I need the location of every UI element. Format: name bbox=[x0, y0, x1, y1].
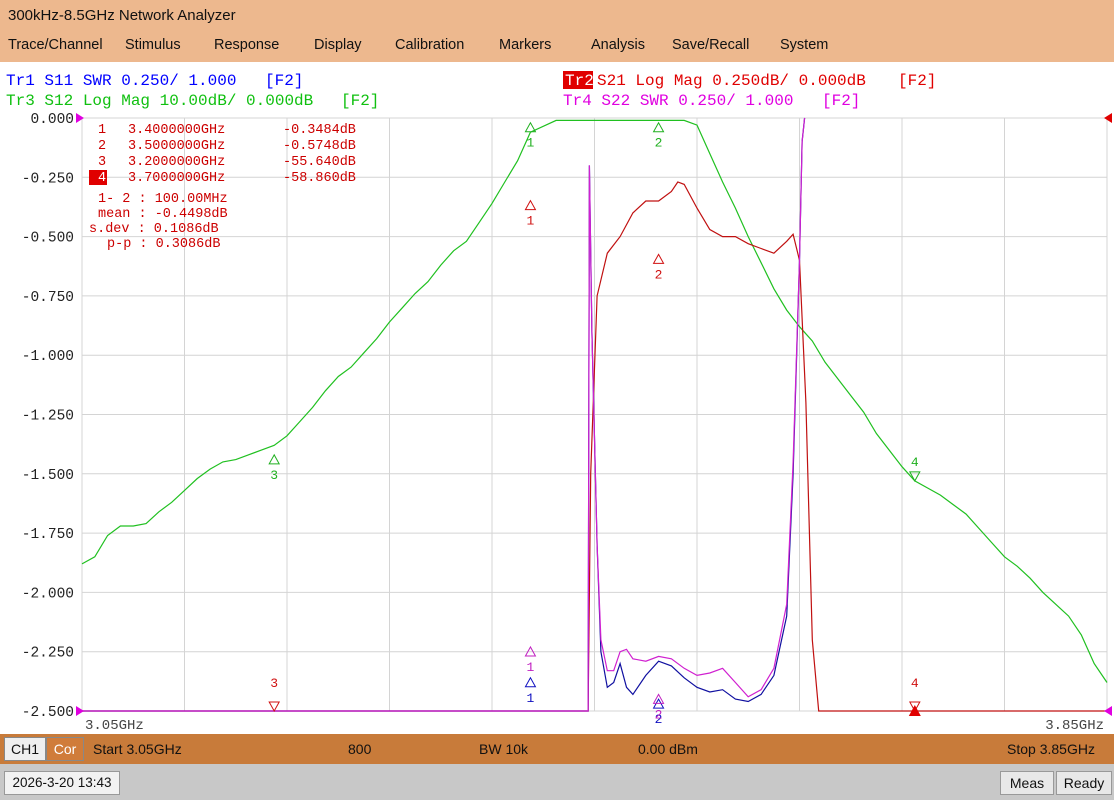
y-tick-label: -1.000 bbox=[22, 349, 74, 365]
source-power[interactable]: 0.00 dBm bbox=[638, 741, 698, 757]
marker-number: 1 bbox=[527, 691, 535, 706]
date-time: 2026-3-20 13:43 bbox=[4, 771, 120, 795]
tr4-label[interactable]: Tr4 S22 SWR 0.250/ 1.000 bbox=[563, 92, 793, 110]
menu-stimulus[interactable]: Stimulus bbox=[125, 37, 181, 53]
marker-row-1-value: -0.3484dB bbox=[283, 123, 356, 138]
marker-number: 4 bbox=[911, 676, 919, 691]
menu-response[interactable]: Response bbox=[214, 37, 279, 53]
tr3-label[interactable]: Tr3 S12 Log Mag 10.00dB/ 0.000dB bbox=[6, 92, 313, 110]
marker-number: 2 bbox=[655, 267, 663, 282]
stat-delta: 1- 2 : 100.00MHz bbox=[98, 192, 228, 207]
correction-indicator[interactable]: Cor bbox=[46, 737, 84, 761]
if-bandwidth[interactable]: BW 10k bbox=[479, 741, 528, 757]
channel-status-bar: CH1 Cor Start 3.05GHz 800 BW 10k 0.00 dB… bbox=[0, 734, 1114, 764]
y-tick-label: -1.750 bbox=[22, 527, 74, 543]
meas-button[interactable]: Meas bbox=[1000, 771, 1054, 795]
title-bar: 300kHz-8.5GHz Network Analyzer bbox=[0, 0, 1114, 32]
tr2-label[interactable]: Tr2 bbox=[565, 72, 594, 90]
marker-number: 2 bbox=[655, 707, 663, 722]
x-stop-label: 3.85GHz bbox=[1045, 718, 1104, 734]
x-start-label: 3.05GHz bbox=[85, 718, 144, 734]
y-tick-label: -1.500 bbox=[22, 468, 74, 484]
marker-number: 1 bbox=[527, 660, 535, 675]
menu-save-recall[interactable]: Save/Recall bbox=[672, 37, 749, 53]
start-frequency[interactable]: Start 3.05GHz bbox=[93, 741, 182, 757]
bottom-bar: 2026-3-20 13:43 Meas Ready bbox=[0, 764, 1114, 800]
marker-row-3-num: 3 bbox=[98, 155, 106, 170]
y-axis-labels: 0.000 -0.250 -0.500 -0.750 -1.000 -1.250 -1.50… bbox=[22, 112, 74, 721]
marker-row-3-freq: 3.2000000GHz bbox=[128, 155, 225, 170]
y-tick-label: -0.250 bbox=[22, 171, 74, 187]
marker-row-4-value: -58.860dB bbox=[283, 171, 356, 186]
stat-sdev: s.dev : 0.1086dB bbox=[89, 222, 219, 237]
tr2-format-tag: [F2] bbox=[898, 72, 936, 90]
marker-number: 4 bbox=[911, 455, 919, 470]
y-tick-label: -2.500 bbox=[22, 705, 74, 721]
menu-system[interactable]: System bbox=[780, 37, 828, 53]
stat-pp: p-p : 0.3086dB bbox=[107, 237, 220, 252]
stop-frequency[interactable]: Stop 3.85GHz bbox=[1007, 741, 1095, 757]
marker-row-1-num: 1 bbox=[98, 123, 106, 138]
marker-row-2-value: -0.5748dB bbox=[283, 139, 356, 154]
sweep-points[interactable]: 800 bbox=[348, 741, 371, 757]
tr3-format-tag: [F2] bbox=[341, 92, 379, 110]
menu-bar: Trace/Channel Stimulus Response Display … bbox=[0, 32, 1114, 62]
marker-row-1-freq: 3.4000000GHz bbox=[128, 123, 225, 138]
marker-row-4-freq: 3.7000000GHz bbox=[128, 171, 225, 186]
y-tick-label: -0.750 bbox=[22, 290, 74, 306]
marker-row-2-num: 2 bbox=[98, 139, 106, 154]
marker-row-2-freq: 3.5000000GHz bbox=[128, 139, 225, 154]
menu-analysis[interactable]: Analysis bbox=[591, 37, 645, 53]
y-tick-label: -0.500 bbox=[22, 231, 74, 247]
marker-number: 3 bbox=[270, 676, 278, 691]
y-tick-label: -2.000 bbox=[22, 586, 74, 602]
trace-display[interactable]: Tr1 S11 SWR 0.250/ 1.000 [F2] Tr3 S12 Lo… bbox=[0, 62, 1114, 734]
tr4-format-tag: [F2] bbox=[822, 92, 860, 110]
channel-indicator[interactable]: CH1 bbox=[4, 737, 46, 761]
tr1-format-tag: [F2] bbox=[265, 72, 303, 90]
marker-number: 1 bbox=[527, 136, 535, 151]
menu-trace-channel[interactable]: Trace/Channel bbox=[8, 37, 103, 53]
y-tick-label: 0.000 bbox=[30, 112, 74, 128]
tr2-description: S21 Log Mag 0.250dB/ 0.000dB bbox=[597, 72, 866, 90]
y-tick-label: -1.250 bbox=[22, 409, 74, 425]
menu-calibration[interactable]: Calibration bbox=[395, 37, 464, 53]
marker-number: 3 bbox=[270, 468, 278, 483]
stat-mean: mean : -0.4498dB bbox=[98, 207, 228, 222]
marker-number: 2 bbox=[655, 136, 663, 151]
marker-row-4-num: 4 bbox=[98, 171, 106, 186]
menu-display[interactable]: Display bbox=[314, 37, 362, 53]
menu-markers[interactable]: Markers bbox=[499, 37, 551, 53]
y-tick-label: -2.250 bbox=[22, 646, 74, 662]
window-title: 300kHz-8.5GHz Network Analyzer bbox=[8, 7, 236, 24]
ready-status: Ready bbox=[1056, 771, 1112, 795]
marker-number: 1 bbox=[527, 214, 535, 229]
marker-row-3-value: -55.640dB bbox=[283, 155, 356, 170]
tr1-label[interactable]: Tr1 S11 SWR 0.250/ 1.000 bbox=[6, 72, 236, 90]
